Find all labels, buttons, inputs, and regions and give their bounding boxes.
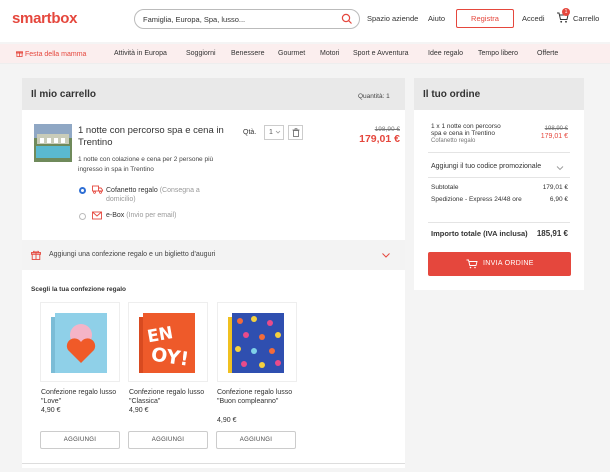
- nav-item-attivita-europa[interactable]: Attività in Europa: [114, 50, 167, 57]
- cart-quantity: Quantità: 1: [358, 93, 390, 100]
- divider: [428, 152, 570, 153]
- subtotal-value: 179,01 €: [542, 184, 568, 191]
- product-image[interactable]: [34, 124, 72, 162]
- gift-card-classica[interactable]: EN OY!: [128, 302, 208, 382]
- total-value: 185,91 €: [536, 229, 568, 238]
- order-item-line2: spa e cena in Trentino: [431, 130, 495, 137]
- nav-item-festa-mamma[interactable]: Festa della mamma: [16, 50, 86, 58]
- help-link[interactable]: Aiuto: [428, 14, 445, 23]
- shipping-value: 6,90 €: [549, 196, 568, 203]
- nav-item-motori[interactable]: Motori: [320, 50, 339, 57]
- cart-title: Il mio carrello: [31, 89, 97, 100]
- gift-price-classica: 4,90 €: [129, 407, 149, 414]
- order-item-line1: 1 x 1 notte con percorso: [431, 123, 501, 130]
- divider: [428, 222, 570, 223]
- gift-bar-label: Aggiungi una confezione regalo e un bigl…: [49, 251, 216, 258]
- remove-item-button[interactable]: [288, 125, 303, 140]
- chevron-down-icon[interactable]: [556, 165, 564, 171]
- cart-icon: [466, 259, 478, 269]
- product-old-price: 198,90 €: [374, 126, 400, 133]
- search-icon[interactable]: [341, 13, 353, 25]
- chevron-down-icon: [275, 130, 281, 134]
- divider: [22, 463, 405, 464]
- nav-item-benessere[interactable]: Benessere: [231, 50, 264, 57]
- order-item-type: Cofanetto regalo: [431, 138, 476, 144]
- nav-item-soggiorni[interactable]: Soggiorni: [186, 50, 216, 57]
- cart-count-badge: 1: [562, 8, 570, 16]
- gift-price-compleanno: 4,90 €: [217, 417, 237, 424]
- add-gift-love-button[interactable]: AGGIUNGI: [40, 431, 120, 449]
- add-gift-wrap-bar[interactable]: Aggiungi una confezione regalo e un bigl…: [22, 240, 405, 270]
- truck-icon: [92, 185, 103, 194]
- category-nav: Festa della mamma Attività in Europa Sog…: [0, 44, 610, 64]
- product-description: 1 notte con colazione e cena per 2 perso…: [78, 156, 214, 173]
- nav-item-tempo-libero[interactable]: Tempo libero: [478, 50, 518, 57]
- gift-box-classica-image: EN OY!: [139, 313, 195, 373]
- delivery-radio-cofanetto[interactable]: [79, 187, 86, 194]
- register-button[interactable]: Registra: [456, 9, 514, 28]
- subtotal-label: Subtotale: [431, 184, 459, 191]
- order-title: Il tuo ordine: [423, 89, 481, 100]
- delivery-option-cofanetto[interactable]: Cofanetto regalo (Consegna a domicilio): [106, 186, 226, 204]
- search-input[interactable]: [143, 13, 333, 25]
- business-link[interactable]: Spazio aziende: [367, 14, 418, 23]
- trash-icon: [292, 128, 300, 137]
- nav-item-sport-avventura[interactable]: Sport e Avventura: [353, 50, 409, 57]
- gift-card-buon-compleanno[interactable]: [217, 302, 297, 382]
- promo-code-toggle[interactable]: Aggiungi il tuo codice promozionale: [431, 163, 541, 170]
- cart-link[interactable]: 1 Carrello: [556, 8, 606, 28]
- smartbox-logo[interactable]: smartbox: [12, 10, 77, 27]
- total-label: Importo totale (IVA inclusa): [431, 229, 528, 238]
- gift-icon: [31, 250, 41, 260]
- gift-card-love[interactable]: [40, 302, 120, 382]
- nav-item-offerte[interactable]: Offerte: [537, 50, 558, 57]
- product-title[interactable]: 1 notte con percorso spa e cena in Trent…: [78, 125, 238, 149]
- order-item-price: 179,01 €: [540, 133, 568, 140]
- gift-name-love: Confezione regalo lusso "Love": [41, 389, 117, 405]
- search-box[interactable]: [134, 9, 360, 29]
- delivery-radio-ebox[interactable]: [79, 213, 86, 220]
- gift-section-heading: Scegli la tua confezione regalo: [31, 286, 126, 293]
- gift-icon: [16, 51, 23, 57]
- product-price: 179,01 €: [359, 133, 400, 145]
- gift-name-compleanno: Confezione regalo lusso "Buon compleanno…: [217, 389, 293, 405]
- gift-box-compleanno-image: [228, 313, 284, 373]
- top-header: smartbox Spazio aziende Aiuto Registra A…: [0, 0, 610, 42]
- cart-label: Carrello: [573, 14, 600, 23]
- add-gift-classica-button[interactable]: AGGIUNGI: [128, 431, 208, 449]
- shipping-label: Spedizione - Express 24/48 ore: [431, 196, 522, 203]
- nav-item-gourmet[interactable]: Gourmet: [278, 50, 305, 57]
- quantity-select[interactable]: 1: [264, 125, 284, 140]
- gift-price-love: 4,90 €: [41, 407, 61, 414]
- gift-name-classica: Confezione regalo lusso "Classica": [129, 389, 205, 405]
- quantity-label: Qtà.: [243, 129, 257, 136]
- login-link[interactable]: Accedi: [522, 14, 545, 23]
- gift-box-love-image: [51, 313, 107, 373]
- order-item-old-price: 198,90 €: [544, 126, 568, 132]
- submit-order-button[interactable]: INVIA ORDINE: [428, 252, 571, 276]
- divider: [428, 177, 570, 178]
- delivery-option-ebox[interactable]: e-Box (Invio per email): [106, 212, 176, 219]
- chevron-down-icon: [382, 253, 390, 258]
- nav-item-idee-regalo[interactable]: Idee regalo: [428, 50, 463, 57]
- envelope-icon: [92, 211, 102, 220]
- add-gift-compleanno-button[interactable]: AGGIUNGI: [216, 431, 296, 449]
